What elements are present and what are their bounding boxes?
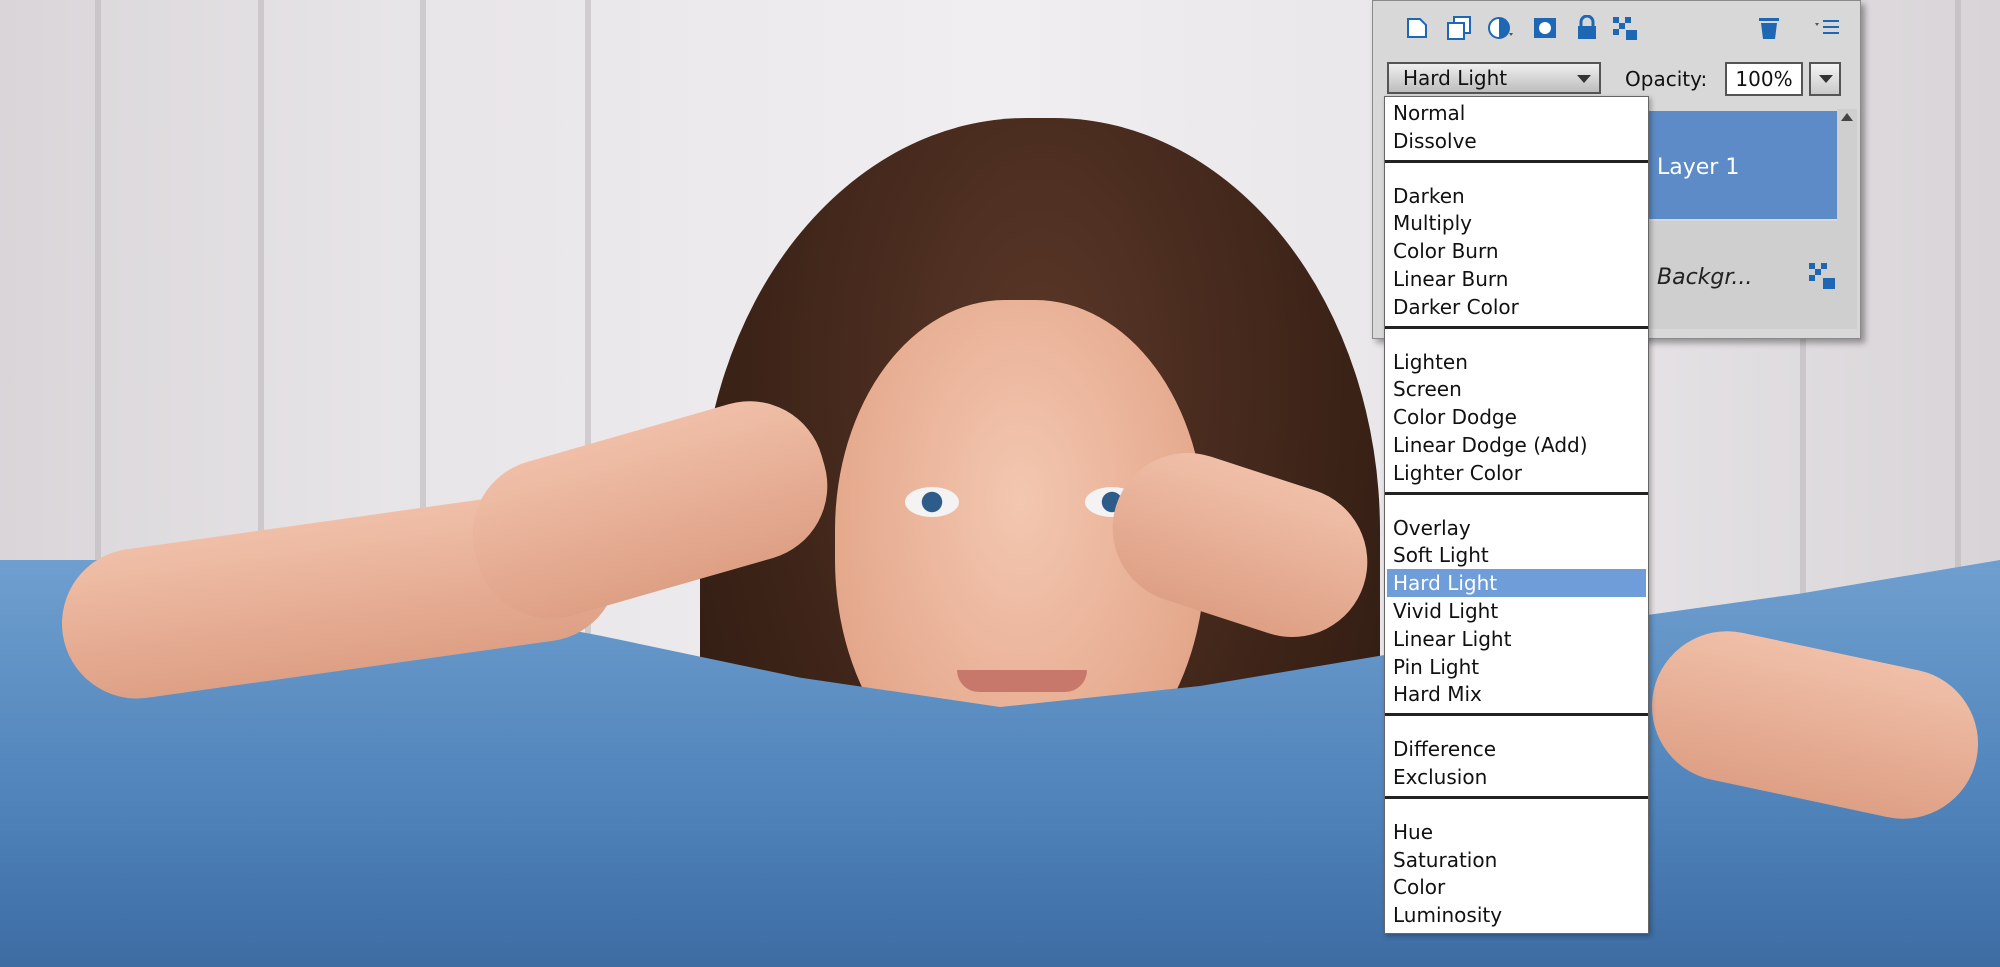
- blend-mode-option[interactable]: Saturation: [1387, 846, 1646, 874]
- mouth: [957, 670, 1087, 692]
- scroll-up-icon[interactable]: [1841, 113, 1853, 121]
- blend-mode-option[interactable]: Normal: [1387, 99, 1646, 127]
- blend-mode-option[interactable]: Hard Mix: [1387, 680, 1646, 708]
- blend-mode-option[interactable]: Hue: [1387, 818, 1646, 846]
- blend-mode-option[interactable]: Darker Color: [1387, 293, 1646, 321]
- blend-mode-option[interactable]: Linear Dodge (Add): [1387, 431, 1646, 459]
- blend-mode-option[interactable]: Lighten: [1387, 348, 1646, 376]
- blend-mode-value: Hard Light: [1403, 66, 1508, 90]
- panel-menu-icon[interactable]: [1813, 15, 1841, 41]
- trash-icon[interactable]: [1755, 15, 1783, 41]
- layer-name: Layer 1: [1657, 155, 1740, 180]
- blend-mode-option[interactable]: Dissolve: [1387, 127, 1646, 155]
- background-lock-icon: [1807, 261, 1837, 298]
- menu-separator: [1385, 713, 1648, 717]
- blend-mode-option[interactable]: Luminosity: [1387, 901, 1646, 929]
- lock-transparency-icon[interactable]: [1611, 15, 1639, 41]
- menu-separator: [1385, 795, 1648, 799]
- layers-scrollbar[interactable]: [1837, 109, 1857, 329]
- new-layer-icon[interactable]: [1403, 15, 1431, 41]
- blend-mode-option[interactable]: Lighter Color: [1387, 459, 1646, 487]
- blend-mode-option[interactable]: Difference: [1387, 735, 1646, 763]
- blend-mode-option[interactable]: Overlay: [1387, 514, 1646, 542]
- left-eye: [905, 487, 959, 517]
- blend-mode-menu: Normal Dissolve Darken Multiply Color Burn Li…: [1384, 96, 1649, 934]
- blend-mode-select[interactable]: Hard Light: [1387, 62, 1601, 94]
- menu-separator: [1385, 491, 1648, 495]
- layer-mask-icon[interactable]: [1531, 15, 1559, 41]
- layers-toolbar: [1373, 7, 1860, 47]
- blend-mode-option[interactable]: Pin Light: [1387, 653, 1646, 681]
- duplicate-layer-icon[interactable]: [1445, 15, 1473, 41]
- menu-separator: [1385, 325, 1648, 329]
- blend-mode-option[interactable]: Color Burn: [1387, 237, 1646, 265]
- menu-separator: [1385, 159, 1648, 163]
- opacity-label: Opacity:: [1625, 67, 1708, 91]
- opacity-input[interactable]: 100%: [1725, 62, 1803, 96]
- blend-mode-option[interactable]: Color Dodge: [1387, 403, 1646, 431]
- blend-mode-option[interactable]: Hard Light: [1387, 569, 1646, 598]
- blend-mode-option[interactable]: Color: [1387, 873, 1646, 901]
- blend-mode-option[interactable]: Vivid Light: [1387, 597, 1646, 625]
- layer-name: Backgr...: [1657, 265, 1753, 290]
- blend-mode-option[interactable]: Screen: [1387, 375, 1646, 403]
- blend-mode-option[interactable]: Exclusion: [1387, 763, 1646, 791]
- blend-mode-option[interactable]: Linear Burn: [1387, 265, 1646, 293]
- blend-mode-option[interactable]: Soft Light: [1387, 541, 1646, 569]
- lock-all-icon[interactable]: [1573, 14, 1601, 41]
- chevron-down-icon: [1577, 75, 1591, 83]
- blend-mode-option[interactable]: Darken: [1387, 182, 1646, 210]
- blend-mode-option[interactable]: Multiply: [1387, 209, 1646, 237]
- adjustment-layer-icon[interactable]: [1487, 15, 1515, 41]
- opacity-dropdown-button[interactable]: [1809, 62, 1841, 96]
- blend-mode-option[interactable]: Linear Light: [1387, 625, 1646, 653]
